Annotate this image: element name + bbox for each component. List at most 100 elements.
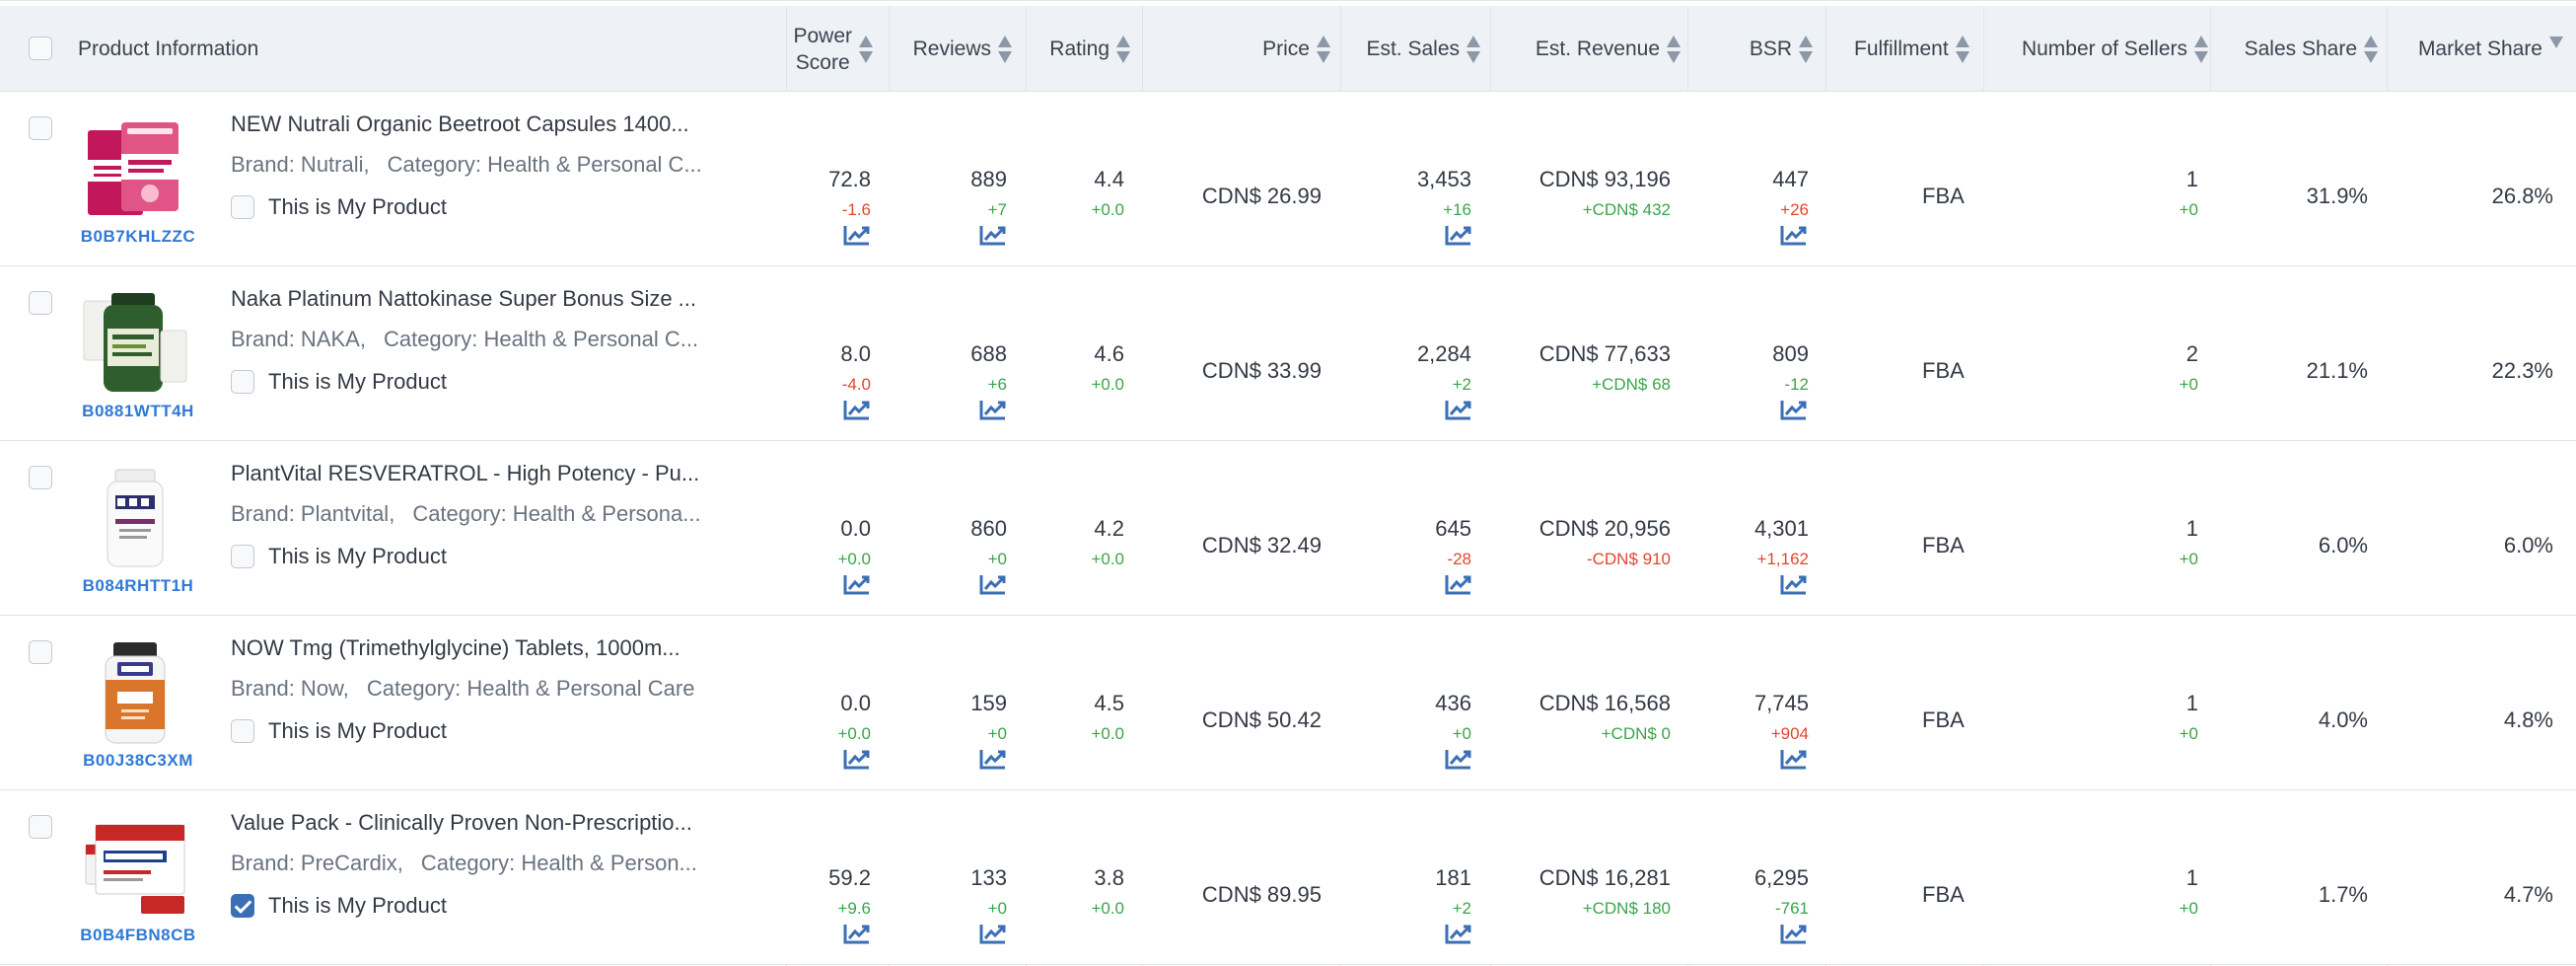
- trend-chart-icon[interactable]: [843, 399, 871, 420]
- header-fulfillment[interactable]: Fulfillment: [1854, 6, 2012, 92]
- product-title[interactable]: Naka Platinum Nattokinase Super Bonus Si…: [231, 286, 724, 312]
- trend-chart-icon[interactable]: [843, 748, 871, 770]
- row-select-checkbox[interactable]: [29, 640, 52, 664]
- trend-chart-icon[interactable]: [979, 923, 1007, 944]
- est-revenue-value: CDN$ 77,633: [1538, 341, 1671, 366]
- header-price[interactable]: Price: [1144, 6, 1331, 92]
- trend-chart-icon[interactable]: [979, 748, 1007, 770]
- trend-chart-icon[interactable]: [1780, 399, 1808, 420]
- rating-delta: +0.0: [1091, 550, 1124, 568]
- select-all-checkbox[interactable]: [29, 37, 52, 60]
- asin-link[interactable]: B0881WTT4H: [69, 402, 207, 421]
- my-product-toggle[interactable]: This is My Product: [231, 194, 447, 220]
- product-brand: Brand: Nutrali,: [231, 152, 370, 177]
- product-title[interactable]: NEW Nutrali Organic Beetroot Capsules 14…: [231, 111, 724, 137]
- est-revenue-value: CDN$ 20,956: [1538, 516, 1671, 541]
- trend-chart-icon[interactable]: [1445, 748, 1472, 770]
- my-product-toggle[interactable]: This is My Product: [231, 893, 447, 919]
- table-row: B0B7KHLZZC NEW Nutrali Organic Beetroot …: [0, 92, 2576, 266]
- sellers-delta: +0: [2179, 899, 2198, 918]
- header-est-revenue[interactable]: Est. Revenue: [1494, 6, 1682, 92]
- beetroot-capsules-box-image[interactable]: [82, 116, 190, 221]
- asin-link[interactable]: B0B4FBN8CB: [69, 926, 207, 945]
- trend-chart-icon[interactable]: [843, 224, 871, 246]
- sort-desc-icon[interactable]: [2548, 33, 2564, 66]
- header-est-sales[interactable]: Est. Sales: [1343, 6, 1481, 92]
- header-fulfillment-label: Fulfillment: [1854, 37, 1949, 60]
- header-price-label: Price: [1262, 37, 1310, 60]
- my-product-checkbox[interactable]: [231, 195, 254, 219]
- header-reviews[interactable]: Reviews: [891, 6, 1013, 92]
- sort-icon[interactable]: [2363, 33, 2379, 66]
- my-product-checkbox-checked[interactable]: [231, 894, 254, 918]
- reviews-value: 889: [970, 167, 1007, 191]
- sort-icon[interactable]: [1115, 33, 1131, 66]
- sellers-delta: +0: [2179, 200, 2198, 219]
- my-product-checkbox[interactable]: [231, 370, 254, 394]
- sort-icon[interactable]: [1666, 33, 1682, 66]
- trend-chart-icon[interactable]: [1445, 399, 1472, 420]
- my-product-toggle[interactable]: This is My Product: [231, 369, 447, 395]
- header-sales-share[interactable]: Sales Share: [2219, 6, 2379, 92]
- trend-chart-icon[interactable]: [1445, 224, 1472, 246]
- price-value: CDN$ 33.99: [1201, 358, 1322, 383]
- sort-icon[interactable]: [1466, 33, 1481, 66]
- sort-icon[interactable]: [997, 33, 1013, 66]
- white-supplement-bottle-image[interactable]: [82, 466, 190, 570]
- header-market-share[interactable]: Market Share: [2392, 6, 2564, 92]
- trend-chart-icon[interactable]: [979, 573, 1007, 595]
- est-revenue-delta: +CDN$ 432: [1582, 200, 1671, 219]
- row-select-checkbox[interactable]: [29, 815, 52, 839]
- my-product-toggle[interactable]: This is My Product: [231, 544, 447, 569]
- trend-chart-icon[interactable]: [1780, 224, 1808, 246]
- header-rating-label: Rating: [1049, 37, 1109, 60]
- header-power-score[interactable]: Power Score: [789, 6, 874, 92]
- table-row: B0881WTT4H Naka Platinum Nattokinase Sup…: [0, 266, 2576, 441]
- product-category: Category: Health & Personal C...: [383, 327, 699, 351]
- sort-icon[interactable]: [1955, 33, 1970, 66]
- est-sales-delta: +2: [1452, 375, 1471, 394]
- row-select-checkbox[interactable]: [29, 466, 52, 489]
- my-product-checkbox[interactable]: [231, 545, 254, 568]
- header-reviews-label: Reviews: [912, 37, 991, 60]
- est-sales-value: 2,284: [1416, 341, 1471, 366]
- table-header: Product Information Power Score Reviews …: [0, 6, 2576, 92]
- trend-chart-icon[interactable]: [979, 224, 1007, 246]
- trend-chart-icon[interactable]: [1445, 923, 1472, 944]
- trend-chart-icon[interactable]: [843, 573, 871, 595]
- my-product-toggle[interactable]: This is My Product: [231, 718, 447, 744]
- market-share-value: 26.8%: [2491, 184, 2553, 208]
- header-rating[interactable]: Rating: [1029, 6, 1131, 92]
- bsr-value: 4,301: [1753, 516, 1809, 541]
- bsr-delta: +1,162: [1756, 550, 1809, 568]
- asin-link[interactable]: B0B7KHLZZC: [69, 227, 207, 247]
- trend-chart-icon[interactable]: [979, 399, 1007, 420]
- product-title[interactable]: PlantVital RESVERATROL - High Potency - …: [231, 461, 724, 486]
- sort-icon[interactable]: [1316, 33, 1331, 66]
- trend-chart-icon[interactable]: [1780, 923, 1808, 944]
- asin-link[interactable]: B00J38C3XM: [69, 751, 207, 771]
- row-select-checkbox[interactable]: [29, 291, 52, 315]
- sort-icon[interactable]: [1798, 33, 1814, 66]
- now-tmg-bottle-image[interactable]: [82, 640, 190, 745]
- my-product-label: This is My Product: [268, 893, 447, 918]
- header-bsr[interactable]: BSR: [1691, 6, 1814, 92]
- row-select-checkbox[interactable]: [29, 116, 52, 140]
- trend-chart-icon[interactable]: [843, 923, 871, 944]
- green-supplement-bottle-image[interactable]: [82, 291, 190, 396]
- asin-link[interactable]: B084RHTT1H: [69, 576, 207, 596]
- header-number-of-sellers[interactable]: Number of Sellers: [1992, 6, 2209, 92]
- reviews-delta: +0: [987, 724, 1007, 743]
- trend-chart-icon[interactable]: [1780, 748, 1808, 770]
- product-title[interactable]: Value Pack - Clinically Proven Non-Presc…: [231, 810, 724, 836]
- precardix-value-pack-image[interactable]: [82, 815, 190, 920]
- product-category: Category: Health & Persona...: [412, 501, 701, 526]
- trend-chart-icon[interactable]: [1445, 573, 1472, 595]
- table-row: B084RHTT1H PlantVital RESVERATROL - High…: [0, 441, 2576, 616]
- my-product-checkbox[interactable]: [231, 719, 254, 743]
- est-revenue-value: CDN$ 16,281: [1538, 865, 1671, 890]
- sort-icon[interactable]: [858, 33, 874, 66]
- sort-icon[interactable]: [2193, 33, 2209, 66]
- product-title[interactable]: NOW Tmg (Trimethylglycine) Tablets, 1000…: [231, 635, 724, 661]
- trend-chart-icon[interactable]: [1780, 573, 1808, 595]
